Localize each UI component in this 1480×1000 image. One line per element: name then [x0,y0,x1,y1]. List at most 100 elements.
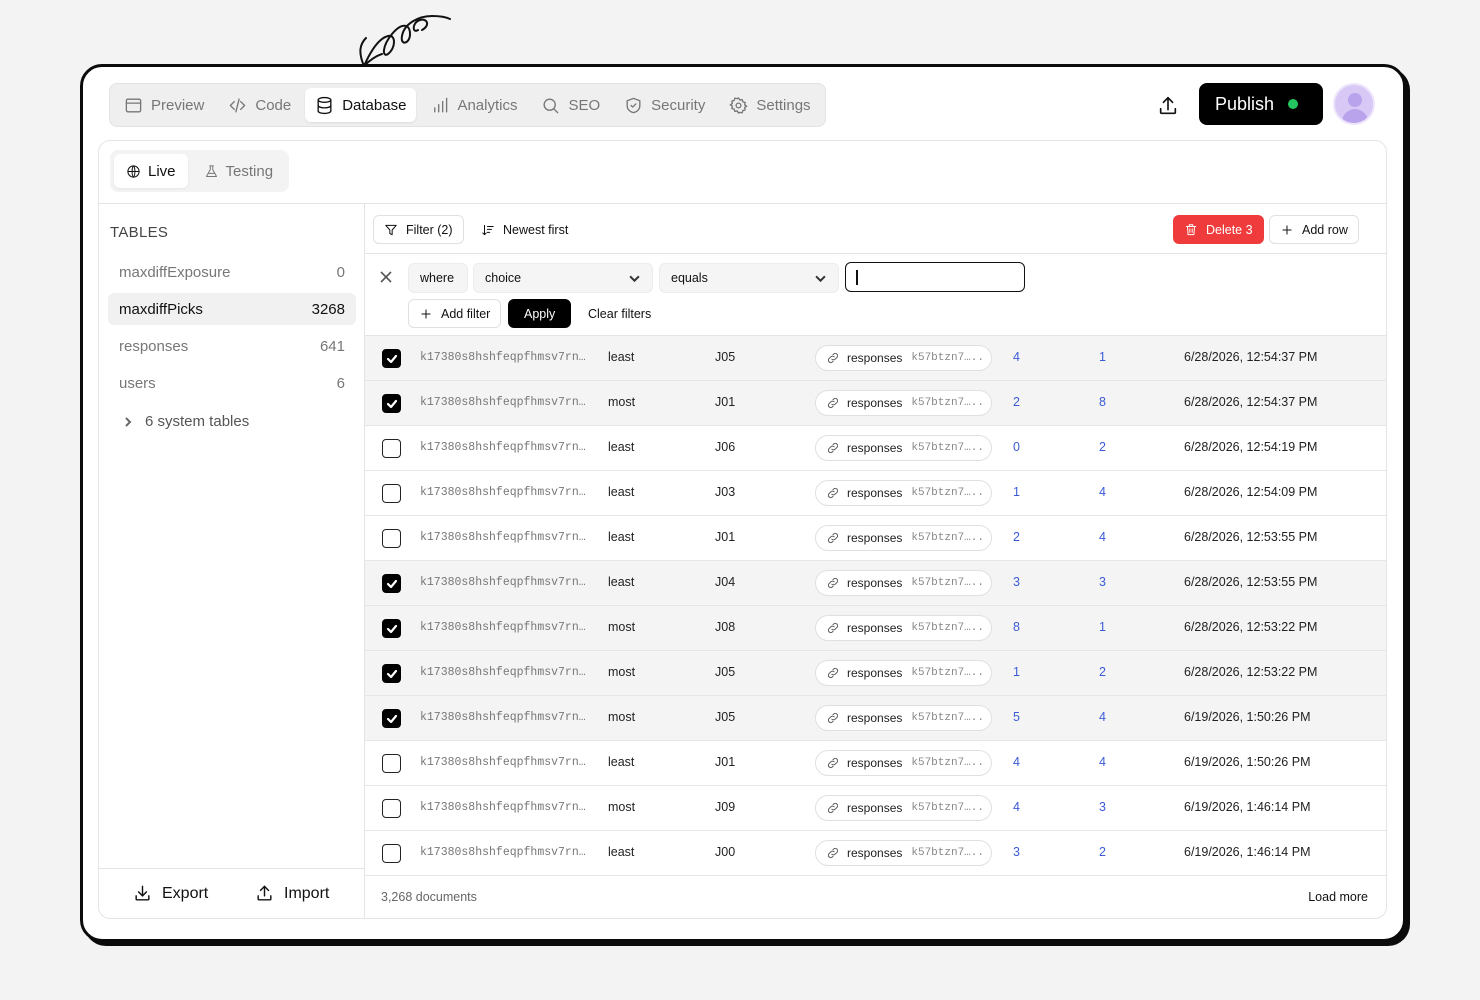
row-number-b[interactable]: 4 [1099,755,1106,769]
row-number-b[interactable]: 2 [1099,845,1106,859]
row-checkbox[interactable] [382,844,401,863]
reference-chip[interactable]: responses k57btzn7….. [815,570,992,596]
publish-button[interactable]: Publish [1199,83,1323,125]
reference-chip[interactable]: responses k57btzn7….. [815,345,992,371]
table-row[interactable]: k17380s8hshfeqpfhmsv7rn… most J08 respon… [365,606,1386,651]
row-checkbox[interactable] [382,574,401,593]
table-row[interactable]: k17380s8hshfeqpfhmsv7rn… most J05 respon… [365,696,1386,741]
row-number-b[interactable]: 2 [1099,440,1106,454]
reference-chip[interactable]: responses k57btzn7….. [815,795,992,821]
reference-chip[interactable]: responses k57btzn7….. [815,705,992,731]
tab-settings[interactable]: Settings [719,88,820,122]
load-more-button[interactable]: Load more [1308,890,1368,904]
import-button[interactable]: Import [255,884,329,903]
sidebar-item-maxdiffpicks[interactable]: maxdiffPicks 3268 [108,293,356,325]
export-button[interactable]: Export [133,884,208,903]
row-created-time[interactable]: 6/28/2026, 12:54:37 PM [1184,350,1317,364]
row-number-a[interactable]: 1 [1013,665,1020,679]
reference-chip[interactable]: responses k57btzn7….. [815,525,992,551]
row-id[interactable]: k17380s8hshfeqpfhmsv7rn… [420,486,586,499]
row-job[interactable]: J00 [715,845,735,859]
row-choice[interactable]: least [608,575,634,589]
row-job[interactable]: J05 [715,710,735,724]
row-created-time[interactable]: 6/28/2026, 12:54:19 PM [1184,440,1317,454]
row-job[interactable]: J09 [715,800,735,814]
row-job[interactable]: J05 [715,665,735,679]
row-id[interactable]: k17380s8hshfeqpfhmsv7rn… [420,846,586,859]
table-row[interactable]: k17380s8hshfeqpfhmsv7rn… least J05 respo… [365,336,1386,381]
row-number-b[interactable]: 2 [1099,665,1106,679]
table-row[interactable]: k17380s8hshfeqpfhmsv7rn… most J09 respon… [365,786,1386,831]
row-created-time[interactable]: 6/19/2026, 1:46:14 PM [1184,800,1310,814]
row-checkbox[interactable] [382,709,401,728]
row-choice[interactable]: least [608,755,634,769]
clear-filters-button[interactable]: Clear filters [578,299,661,328]
row-number-a[interactable]: 4 [1013,755,1020,769]
table-row[interactable]: k17380s8hshfeqpfhmsv7rn… least J03 respo… [365,471,1386,516]
row-id[interactable]: k17380s8hshfeqpfhmsv7rn… [420,621,586,634]
tab-database[interactable]: Database [305,88,417,122]
reference-chip[interactable]: responses k57btzn7….. [815,840,992,866]
row-number-a[interactable]: 2 [1013,530,1020,544]
row-choice[interactable]: most [608,665,635,679]
add-filter-button[interactable]: Add filter [408,299,502,328]
row-job[interactable]: J06 [715,440,735,454]
row-number-a[interactable]: 4 [1013,350,1020,364]
tab-security[interactable]: Security [614,88,715,122]
row-number-b[interactable]: 1 [1099,350,1106,364]
row-number-a[interactable]: 5 [1013,710,1020,724]
row-checkbox[interactable] [382,619,401,638]
table-row[interactable]: k17380s8hshfeqpfhmsv7rn… least J06 respo… [365,426,1386,471]
share-upload-button[interactable] [1151,89,1185,123]
row-number-a[interactable]: 3 [1013,845,1020,859]
row-created-time[interactable]: 6/19/2026, 1:46:14 PM [1184,845,1310,859]
row-choice[interactable]: least [608,530,634,544]
row-number-b[interactable]: 4 [1099,530,1106,544]
table-row[interactable]: k17380s8hshfeqpfhmsv7rn… least J00 respo… [365,831,1386,876]
row-id[interactable]: k17380s8hshfeqpfhmsv7rn… [420,576,586,589]
row-id[interactable]: k17380s8hshfeqpfhmsv7rn… [420,441,586,454]
row-job[interactable]: J01 [715,755,735,769]
row-job[interactable]: J01 [715,530,735,544]
row-id[interactable]: k17380s8hshfeqpfhmsv7rn… [420,351,586,364]
row-choice[interactable]: most [608,395,635,409]
row-created-time[interactable]: 6/28/2026, 12:54:09 PM [1184,485,1317,499]
tab-analytics[interactable]: Analytics [420,88,527,122]
row-choice[interactable]: least [608,485,634,499]
row-number-b[interactable]: 1 [1099,620,1106,634]
sidebar-item-maxdiffexposure[interactable]: maxdiffExposure 0 [108,256,356,288]
row-id[interactable]: k17380s8hshfeqpfhmsv7rn… [420,666,586,679]
sort-button[interactable]: Newest first [471,215,578,244]
row-checkbox[interactable] [382,754,401,773]
row-job[interactable]: J08 [715,620,735,634]
operator-select[interactable]: equals [659,263,839,293]
row-id[interactable]: k17380s8hshfeqpfhmsv7rn… [420,396,586,409]
row-choice[interactable]: most [608,620,635,634]
reference-chip[interactable]: responses k57btzn7….. [815,390,992,416]
reference-chip[interactable]: responses k57btzn7….. [815,660,992,686]
filter-value-input[interactable] [845,262,1025,292]
row-number-b[interactable]: 8 [1099,395,1106,409]
add-row-button[interactable]: Add row [1269,215,1359,244]
reference-chip[interactable]: responses k57btzn7….. [815,480,992,506]
row-checkbox[interactable] [382,394,401,413]
field-select[interactable]: choice [473,263,653,293]
row-job[interactable]: J01 [715,395,735,409]
row-choice[interactable]: least [608,845,634,859]
remove-filter-button[interactable] [379,270,395,286]
row-created-time[interactable]: 6/28/2026, 12:53:55 PM [1184,575,1317,589]
row-created-time[interactable]: 6/19/2026, 1:50:26 PM [1184,755,1310,769]
row-created-time[interactable]: 6/28/2026, 12:53:55 PM [1184,530,1317,544]
avatar[interactable] [1333,83,1375,125]
row-choice[interactable]: most [608,710,635,724]
row-id[interactable]: k17380s8hshfeqpfhmsv7rn… [420,801,586,814]
row-created-time[interactable]: 6/28/2026, 12:53:22 PM [1184,665,1317,679]
row-id[interactable]: k17380s8hshfeqpfhmsv7rn… [420,531,586,544]
row-number-a[interactable]: 4 [1013,800,1020,814]
reference-chip[interactable]: responses k57btzn7….. [815,435,992,461]
tab-preview[interactable]: Preview [114,88,214,122]
row-job[interactable]: J05 [715,350,735,364]
tab-live[interactable]: Live [114,154,188,188]
row-checkbox[interactable] [382,799,401,818]
reference-chip[interactable]: responses k57btzn7….. [815,750,992,776]
